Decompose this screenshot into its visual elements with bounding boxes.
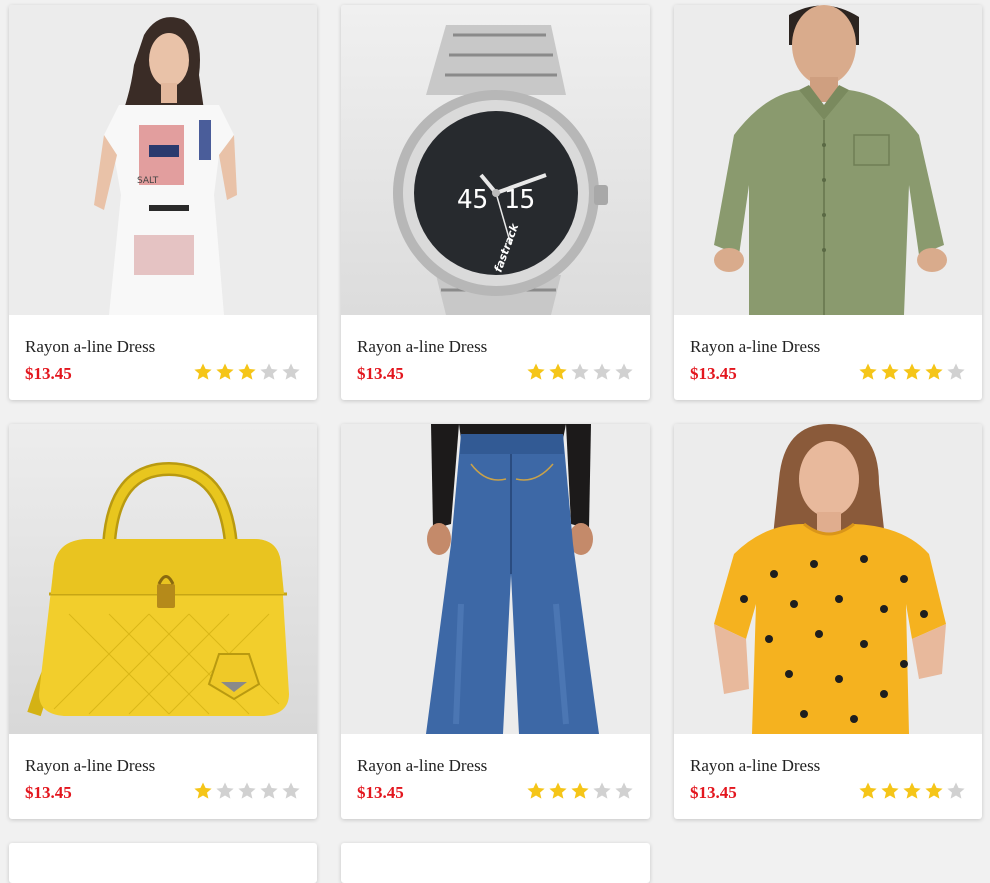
rating-stars (526, 781, 634, 801)
product-info: Rayon a-line Dress $13.45 (341, 734, 650, 819)
product-name[interactable]: Rayon a-line Dress (25, 756, 155, 776)
star-empty-icon (216, 782, 234, 799)
tshirt-photo[interactable] (674, 424, 982, 734)
star-filled-icon (549, 363, 567, 380)
star-filled-icon (549, 782, 567, 799)
product-card[interactable]: 45 15 fastrack Rayon a-line Dress $13.45 (341, 5, 650, 400)
product-grid: SALT Rayon a-line Dress $13.45 45 15 fas… (9, 5, 982, 883)
star-empty-icon (947, 363, 965, 380)
product-price: $13.45 (25, 364, 72, 383)
star-empty-icon (282, 782, 300, 799)
product-name[interactable]: Rayon a-line Dress (690, 756, 820, 776)
star-filled-icon (859, 363, 877, 380)
product-price: $13.45 (690, 364, 737, 383)
rating-stars (193, 781, 301, 801)
star-empty-icon (260, 363, 278, 380)
star-filled-icon (881, 782, 899, 799)
star-empty-icon (947, 782, 965, 799)
product-info: Rayon a-line Dress $13.45 (9, 734, 317, 819)
jeans-photo[interactable] (341, 424, 650, 734)
product-name[interactable]: Rayon a-line Dress (357, 756, 487, 776)
star-empty-icon (593, 782, 611, 799)
product-card[interactable]: Rayon a-line Dress $13.45 (9, 424, 317, 819)
product-card-partial[interactable] (9, 843, 317, 883)
star-filled-icon (859, 782, 877, 799)
rating-stars (858, 362, 966, 382)
product-info: Rayon a-line Dress $13.45 (674, 315, 982, 400)
product-info: Rayon a-line Dress $13.45 (341, 315, 650, 400)
rating-stars (858, 781, 966, 801)
product-card[interactable]: Rayon a-line Dress $13.45 (674, 5, 982, 400)
star-empty-icon (593, 363, 611, 380)
product-info: Rayon a-line Dress $13.45 (674, 734, 982, 819)
star-filled-icon (925, 782, 943, 799)
product-price: $13.45 (690, 783, 737, 802)
handbag-photo[interactable] (9, 424, 317, 734)
rating-stars (526, 362, 634, 382)
product-price: $13.45 (357, 783, 404, 802)
star-filled-icon (925, 363, 943, 380)
star-empty-icon (282, 363, 300, 380)
star-filled-icon (881, 363, 899, 380)
star-filled-icon (194, 782, 212, 799)
product-card[interactable]: Rayon a-line Dress $13.45 (341, 424, 650, 819)
star-filled-icon (194, 363, 212, 380)
watch-photo[interactable]: 45 15 fastrack (341, 5, 650, 315)
star-empty-icon (260, 782, 278, 799)
star-filled-icon (238, 363, 256, 380)
product-card-partial[interactable] (341, 843, 650, 883)
star-filled-icon (903, 363, 921, 380)
star-empty-icon (238, 782, 256, 799)
star-empty-icon (615, 363, 633, 380)
product-card[interactable]: SALT Rayon a-line Dress $13.45 (9, 5, 317, 400)
product-price: $13.45 (357, 364, 404, 383)
star-empty-icon (571, 363, 589, 380)
dress-photo[interactable]: SALT (9, 5, 317, 315)
star-filled-icon (571, 782, 589, 799)
product-info: Rayon a-line Dress $13.45 (9, 315, 317, 400)
product-card[interactable]: Rayon a-line Dress $13.45 (674, 424, 982, 819)
dress-print-text: SALT (137, 176, 159, 186)
star-filled-icon (527, 782, 545, 799)
star-filled-icon (903, 782, 921, 799)
rating-stars (193, 362, 301, 382)
star-filled-icon (216, 363, 234, 380)
product-name[interactable]: Rayon a-line Dress (25, 337, 155, 357)
product-name[interactable]: Rayon a-line Dress (690, 337, 820, 357)
shirt-photo[interactable] (674, 5, 982, 315)
product-name[interactable]: Rayon a-line Dress (357, 337, 487, 357)
star-filled-icon (527, 363, 545, 380)
star-empty-icon (615, 782, 633, 799)
product-price: $13.45 (25, 783, 72, 802)
